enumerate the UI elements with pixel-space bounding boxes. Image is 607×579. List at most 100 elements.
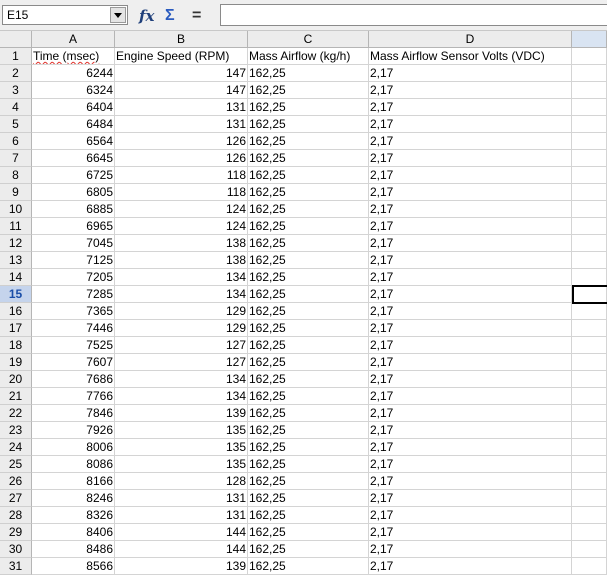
column-title-cell[interactable]: Engine Speed (RPM)	[115, 48, 248, 65]
data-cell[interactable]: 6404	[32, 99, 115, 116]
empty-cell[interactable]	[572, 201, 607, 218]
row-header-22[interactable]: 22	[0, 405, 32, 422]
empty-cell[interactable]	[572, 422, 607, 439]
data-cell[interactable]: 2,17	[369, 354, 572, 371]
row-header-25[interactable]: 25	[0, 456, 32, 473]
row-header-16[interactable]: 16	[0, 303, 32, 320]
data-cell[interactable]: 162,25	[248, 133, 369, 150]
data-cell[interactable]: 2,17	[369, 507, 572, 524]
empty-cell[interactable]	[572, 405, 607, 422]
row-header-30[interactable]: 30	[0, 541, 32, 558]
data-cell[interactable]: 162,25	[248, 558, 369, 575]
data-cell[interactable]: 162,25	[248, 303, 369, 320]
data-cell[interactable]: 2,17	[369, 252, 572, 269]
data-cell[interactable]: 7926	[32, 422, 115, 439]
data-cell[interactable]: 127	[115, 337, 248, 354]
row-header-2[interactable]: 2	[0, 65, 32, 82]
data-cell[interactable]: 8246	[32, 490, 115, 507]
data-cell[interactable]: 6725	[32, 167, 115, 184]
data-cell[interactable]: 147	[115, 82, 248, 99]
empty-cell[interactable]	[572, 269, 607, 286]
empty-cell[interactable]	[572, 286, 607, 303]
empty-cell[interactable]	[572, 184, 607, 201]
data-cell[interactable]: 162,25	[248, 456, 369, 473]
empty-cell[interactable]	[572, 303, 607, 320]
empty-cell[interactable]	[572, 558, 607, 575]
row-header-6[interactable]: 6	[0, 133, 32, 150]
data-cell[interactable]: 118	[115, 167, 248, 184]
data-cell[interactable]: 2,17	[369, 269, 572, 286]
data-cell[interactable]: 8566	[32, 558, 115, 575]
column-header-b[interactable]: B	[115, 31, 248, 48]
data-cell[interactable]: 162,25	[248, 235, 369, 252]
data-cell[interactable]: 8086	[32, 456, 115, 473]
empty-cell[interactable]	[572, 99, 607, 116]
data-cell[interactable]: 8166	[32, 473, 115, 490]
data-cell[interactable]: 2,17	[369, 422, 572, 439]
data-cell[interactable]: 7607	[32, 354, 115, 371]
row-header-1[interactable]: 1	[0, 48, 32, 65]
data-cell[interactable]: 8406	[32, 524, 115, 541]
data-cell[interactable]: 162,25	[248, 320, 369, 337]
data-cell[interactable]: 2,17	[369, 235, 572, 252]
data-cell[interactable]: 2,17	[369, 303, 572, 320]
row-header-21[interactable]: 21	[0, 388, 32, 405]
data-cell[interactable]: 162,25	[248, 150, 369, 167]
row-header-15[interactable]: 15	[0, 286, 32, 303]
data-cell[interactable]: 162,25	[248, 82, 369, 99]
data-cell[interactable]: 2,17	[369, 184, 572, 201]
row-header-14[interactable]: 14	[0, 269, 32, 286]
column-header-c[interactable]: C	[248, 31, 369, 48]
data-cell[interactable]: 2,17	[369, 286, 572, 303]
data-cell[interactable]: 6564	[32, 133, 115, 150]
data-cell[interactable]: 6645	[32, 150, 115, 167]
data-cell[interactable]: 2,17	[369, 337, 572, 354]
data-cell[interactable]: 131	[115, 116, 248, 133]
row-header-5[interactable]: 5	[0, 116, 32, 133]
empty-cell[interactable]	[572, 456, 607, 473]
row-header-24[interactable]: 24	[0, 439, 32, 456]
data-cell[interactable]: 7045	[32, 235, 115, 252]
data-cell[interactable]: 162,25	[248, 490, 369, 507]
column-title-cell[interactable]: Mass Airflow Sensor Volts (VDC)	[369, 48, 572, 65]
data-cell[interactable]: 162,25	[248, 354, 369, 371]
empty-cell[interactable]	[572, 320, 607, 337]
data-cell[interactable]: 134	[115, 388, 248, 405]
data-cell[interactable]: 129	[115, 303, 248, 320]
data-cell[interactable]: 8486	[32, 541, 115, 558]
row-header-19[interactable]: 19	[0, 354, 32, 371]
empty-cell[interactable]	[572, 524, 607, 541]
data-cell[interactable]: 162,25	[248, 507, 369, 524]
data-cell[interactable]: 162,25	[248, 201, 369, 218]
data-cell[interactable]: 138	[115, 235, 248, 252]
empty-cell[interactable]	[572, 252, 607, 269]
row-header-26[interactable]: 26	[0, 473, 32, 490]
row-header-9[interactable]: 9	[0, 184, 32, 201]
data-cell[interactable]: 135	[115, 422, 248, 439]
column-header-a[interactable]: A	[32, 31, 115, 48]
data-cell[interactable]: 162,25	[248, 269, 369, 286]
data-cell[interactable]: 162,25	[248, 541, 369, 558]
data-cell[interactable]: 2,17	[369, 405, 572, 422]
empty-cell[interactable]	[572, 507, 607, 524]
data-cell[interactable]: 7205	[32, 269, 115, 286]
data-cell[interactable]: 7766	[32, 388, 115, 405]
data-cell[interactable]: 162,25	[248, 116, 369, 133]
data-cell[interactable]: 2,17	[369, 371, 572, 388]
data-cell[interactable]: 134	[115, 269, 248, 286]
data-cell[interactable]: 2,17	[369, 541, 572, 558]
row-header-4[interactable]: 4	[0, 99, 32, 116]
data-cell[interactable]: 2,17	[369, 490, 572, 507]
row-header-29[interactable]: 29	[0, 524, 32, 541]
row-header-31[interactable]: 31	[0, 558, 32, 575]
empty-cell[interactable]	[572, 218, 607, 235]
data-cell[interactable]: 135	[115, 439, 248, 456]
data-cell[interactable]: 162,25	[248, 524, 369, 541]
data-cell[interactable]: 126	[115, 133, 248, 150]
select-all-corner[interactable]	[0, 31, 32, 48]
data-cell[interactable]: 7846	[32, 405, 115, 422]
data-cell[interactable]: 131	[115, 490, 248, 507]
data-cell[interactable]: 2,17	[369, 167, 572, 184]
row-header-11[interactable]: 11	[0, 218, 32, 235]
data-cell[interactable]: 147	[115, 65, 248, 82]
